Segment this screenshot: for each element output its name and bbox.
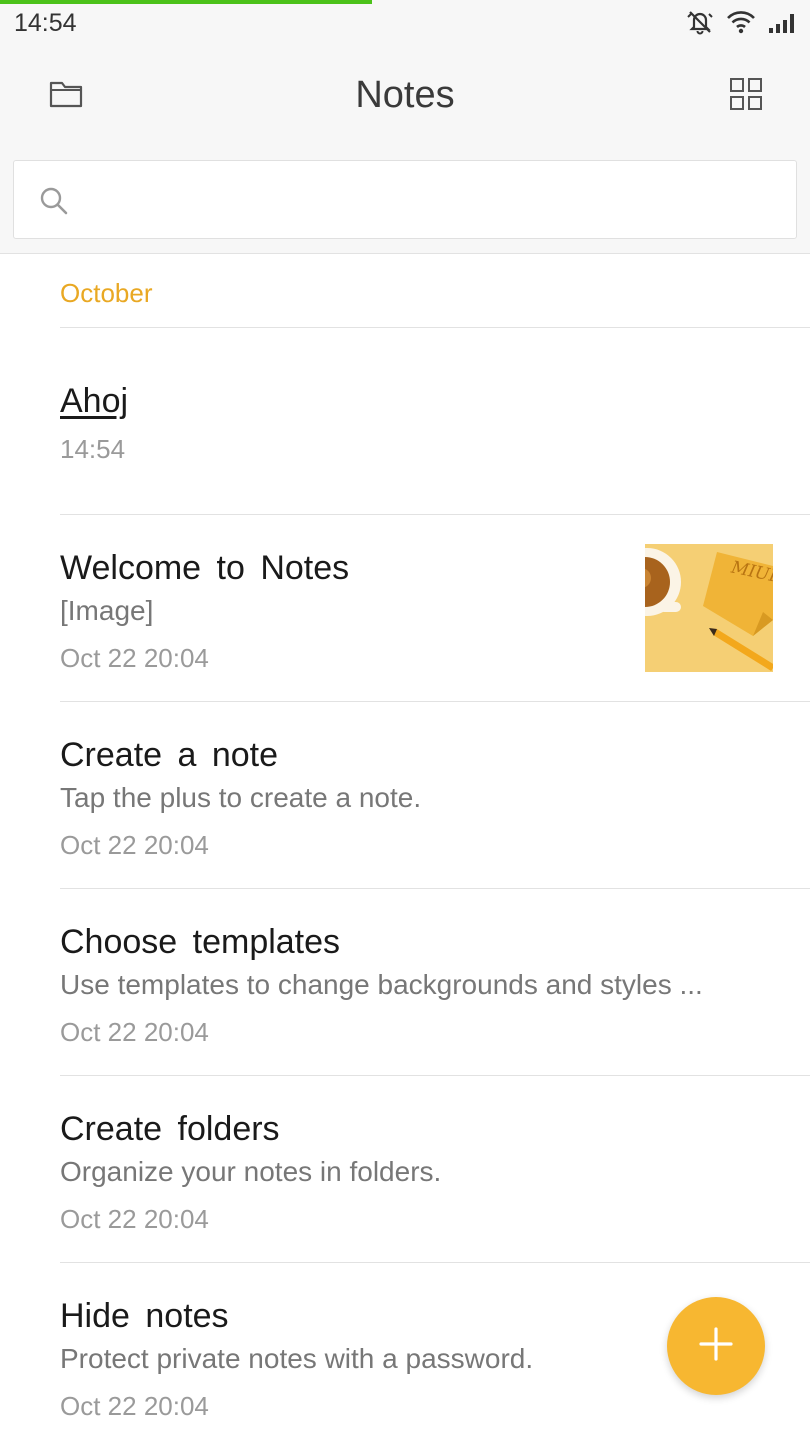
status-time: 14:54 xyxy=(14,9,77,37)
status-bar: 14:54 xyxy=(0,0,810,46)
loading-progress-line xyxy=(0,0,372,4)
note-title: Hide notes xyxy=(60,1297,229,1335)
plus-icon xyxy=(698,1326,734,1367)
note-snippet: Protect private notes with a password. xyxy=(60,1343,534,1374)
status-icons xyxy=(686,8,798,36)
wifi-icon xyxy=(726,9,756,35)
app-bar: Notes xyxy=(0,46,810,154)
grid-view-button[interactable] xyxy=(726,76,766,116)
note-snippet: Tap the plus to create a note. xyxy=(60,782,422,813)
note-item-create-folders[interactable]: Create folders Organize your notes in fo… xyxy=(60,1076,810,1263)
note-snippet: Organize your notes in folders. xyxy=(60,1156,442,1187)
note-date: Oct 22 20:04 xyxy=(60,643,209,673)
signal-icon xyxy=(768,10,798,34)
note-title: Create a note xyxy=(60,736,279,774)
add-note-button[interactable] xyxy=(667,1297,765,1395)
section-header-label: October xyxy=(60,278,153,308)
search-box[interactable] xyxy=(13,160,797,239)
note-item-ahoj[interactable]: Ahoj 14:54 xyxy=(60,328,810,515)
grid-view-icon xyxy=(729,77,763,116)
note-date: Oct 22 20:04 xyxy=(60,830,209,860)
note-thumbnail-image: MIUI xyxy=(645,544,773,672)
search-icon xyxy=(38,185,70,222)
page-title: Notes xyxy=(355,74,455,116)
note-date: 14:54 xyxy=(60,434,126,464)
note-title: Create folders xyxy=(60,1110,280,1148)
notes-list: October Ahoj 14:54 Welcome to Notes [Ima… xyxy=(0,254,810,1440)
note-title: Welcome to Notes xyxy=(60,549,350,587)
note-item-choose-templates[interactable]: Choose templates Use templates to change… xyxy=(60,889,810,1076)
search-input[interactable] xyxy=(86,175,776,225)
section-header: October xyxy=(60,254,810,328)
note-item-create-note[interactable]: Create a note Tap the plus to create a n… xyxy=(60,702,810,889)
note-item-welcome[interactable]: Welcome to Notes [Image] Oct 22 20:04 MI… xyxy=(60,515,810,702)
note-date: Oct 22 20:04 xyxy=(60,1391,209,1421)
search-area xyxy=(0,154,810,254)
note-date: Oct 22 20:04 xyxy=(60,1017,209,1047)
notifications-off-icon xyxy=(686,8,714,36)
note-date: Oct 22 20:04 xyxy=(60,1204,209,1234)
notes-screen: 14:54 Notes October Ahoj 14:54 Welcome t… xyxy=(0,0,810,1440)
note-title: Choose templates xyxy=(60,923,341,961)
note-snippet: [Image] xyxy=(60,595,154,626)
note-snippet: Use templates to change backgrounds and … xyxy=(60,969,703,1000)
note-title: Ahoj xyxy=(60,382,129,420)
